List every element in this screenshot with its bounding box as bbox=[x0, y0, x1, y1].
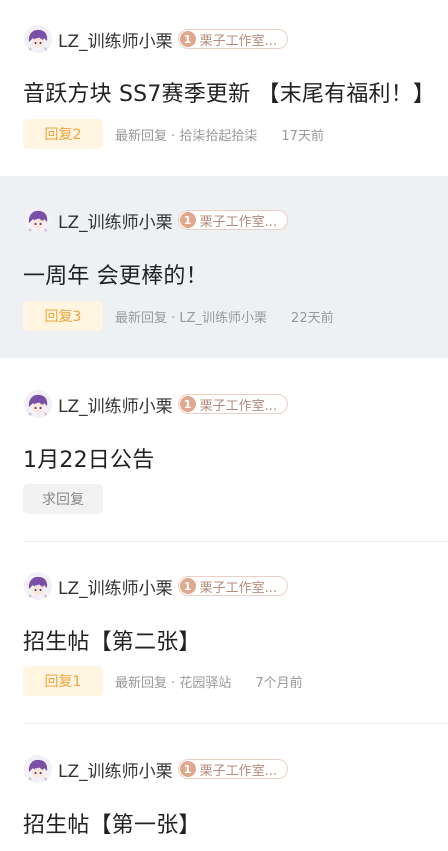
avatar[interactable] bbox=[24, 206, 52, 234]
post-item[interactable]: LZ_训练师小栗 1 栗子工作室... 音跃方块 SS7赛季更新 【末尾有福利！… bbox=[0, 0, 448, 176]
latest-reply: 最新回复 · LZ_训练师小栗 bbox=[115, 310, 268, 326]
level-badge: 1 bbox=[179, 578, 196, 594]
avatar-character-icon bbox=[24, 390, 52, 418]
post-title[interactable]: 招生帖【第一张】 bbox=[23, 807, 201, 839]
group-name: 栗子工作室... bbox=[199, 33, 278, 49]
avatar-character-icon bbox=[24, 572, 52, 600]
post-time: 17天前 bbox=[281, 128, 324, 144]
level-badge: 1 bbox=[179, 396, 196, 412]
post-feed: LZ_训练师小栗 1 栗子工作室... 音跃方块 SS7赛季更新 【末尾有福利！… bbox=[0, 0, 448, 851]
avatar[interactable] bbox=[24, 755, 52, 783]
post-title[interactable]: 招生帖【第二张】 bbox=[23, 624, 201, 656]
post-item[interactable]: LZ_训练师小栗 1 栗子工作室... 一周年 会更棒的！ 回复3 最新回复 ·… bbox=[0, 176, 448, 358]
avatar-character-icon bbox=[24, 206, 52, 234]
post-title[interactable]: 一周年 会更棒的！ bbox=[23, 258, 208, 290]
latest-reply: 最新回复 · 花园驿站 bbox=[115, 675, 232, 691]
author-row: LZ_训练师小栗 1 栗子工作室... bbox=[24, 25, 289, 53]
post-item[interactable]: LZ_训练师小栗 1 栗子工作室... 招生帖【第二张】 回复1 最新回复 · … bbox=[0, 542, 448, 724]
group-tag[interactable]: 1 栗子工作室... bbox=[177, 29, 289, 49]
author-row: LZ_训练师小栗 1 栗子工作室... bbox=[24, 572, 289, 600]
group-name: 栗子工作室... bbox=[199, 580, 278, 596]
post-item[interactable]: LZ_训练师小栗 1 栗子工作室... 招生帖【第一张】 bbox=[0, 724, 448, 851]
author-name[interactable]: LZ_训练师小栗 bbox=[58, 27, 173, 52]
group-tag[interactable]: 1 栗子工作室... bbox=[177, 576, 289, 596]
avatar[interactable] bbox=[24, 25, 52, 53]
post-meta: 回复2 最新回复 · 拾柒拾起拾柒 17天前 bbox=[23, 119, 324, 149]
level-badge: 1 bbox=[179, 761, 196, 777]
no-reply-badge[interactable]: 求回复 bbox=[23, 484, 103, 514]
group-tag[interactable]: 1 栗子工作室... bbox=[177, 759, 289, 779]
group-name: 栗子工作室... bbox=[199, 214, 278, 230]
author-name[interactable]: LZ_训练师小栗 bbox=[58, 208, 173, 233]
author-row: LZ_训练师小栗 1 栗子工作室... bbox=[24, 390, 289, 418]
avatar[interactable] bbox=[24, 572, 52, 600]
reply-count-badge[interactable]: 回复2 bbox=[23, 119, 103, 149]
post-title[interactable]: 音跃方块 SS7赛季更新 【末尾有福利！】 bbox=[23, 76, 435, 108]
avatar-character-icon bbox=[24, 25, 52, 53]
post-meta: 回复3 最新回复 · LZ_训练师小栗 22天前 bbox=[23, 301, 334, 331]
post-time: 7个月前 bbox=[255, 675, 303, 691]
group-name: 栗子工作室... bbox=[199, 398, 278, 414]
post-meta: 求回复 bbox=[23, 484, 103, 514]
reply-count-badge[interactable]: 回复3 bbox=[23, 301, 103, 331]
post-time: 22天前 bbox=[291, 310, 334, 326]
post-title[interactable]: 1月22日公告 bbox=[23, 442, 154, 474]
group-tag[interactable]: 1 栗子工作室... bbox=[177, 210, 289, 230]
avatar-character-icon bbox=[24, 755, 52, 783]
group-tag[interactable]: 1 栗子工作室... bbox=[177, 394, 289, 414]
author-name[interactable]: LZ_训练师小栗 bbox=[58, 574, 173, 599]
post-meta: 回复1 最新回复 · 花园驿站 7个月前 bbox=[23, 666, 303, 696]
post-item[interactable]: LZ_训练师小栗 1 栗子工作室... 1月22日公告 求回复 bbox=[0, 358, 448, 542]
author-name[interactable]: LZ_训练师小栗 bbox=[58, 757, 173, 782]
author-row: LZ_训练师小栗 1 栗子工作室... bbox=[24, 755, 289, 783]
latest-reply: 最新回复 · 拾柒拾起拾柒 bbox=[115, 128, 258, 144]
level-badge: 1 bbox=[179, 212, 196, 228]
reply-count-badge[interactable]: 回复1 bbox=[23, 666, 103, 696]
author-name[interactable]: LZ_训练师小栗 bbox=[58, 392, 173, 417]
author-row: LZ_训练师小栗 1 栗子工作室... bbox=[24, 206, 289, 234]
level-badge: 1 bbox=[179, 31, 196, 47]
avatar[interactable] bbox=[24, 390, 52, 418]
group-name: 栗子工作室... bbox=[199, 763, 278, 779]
